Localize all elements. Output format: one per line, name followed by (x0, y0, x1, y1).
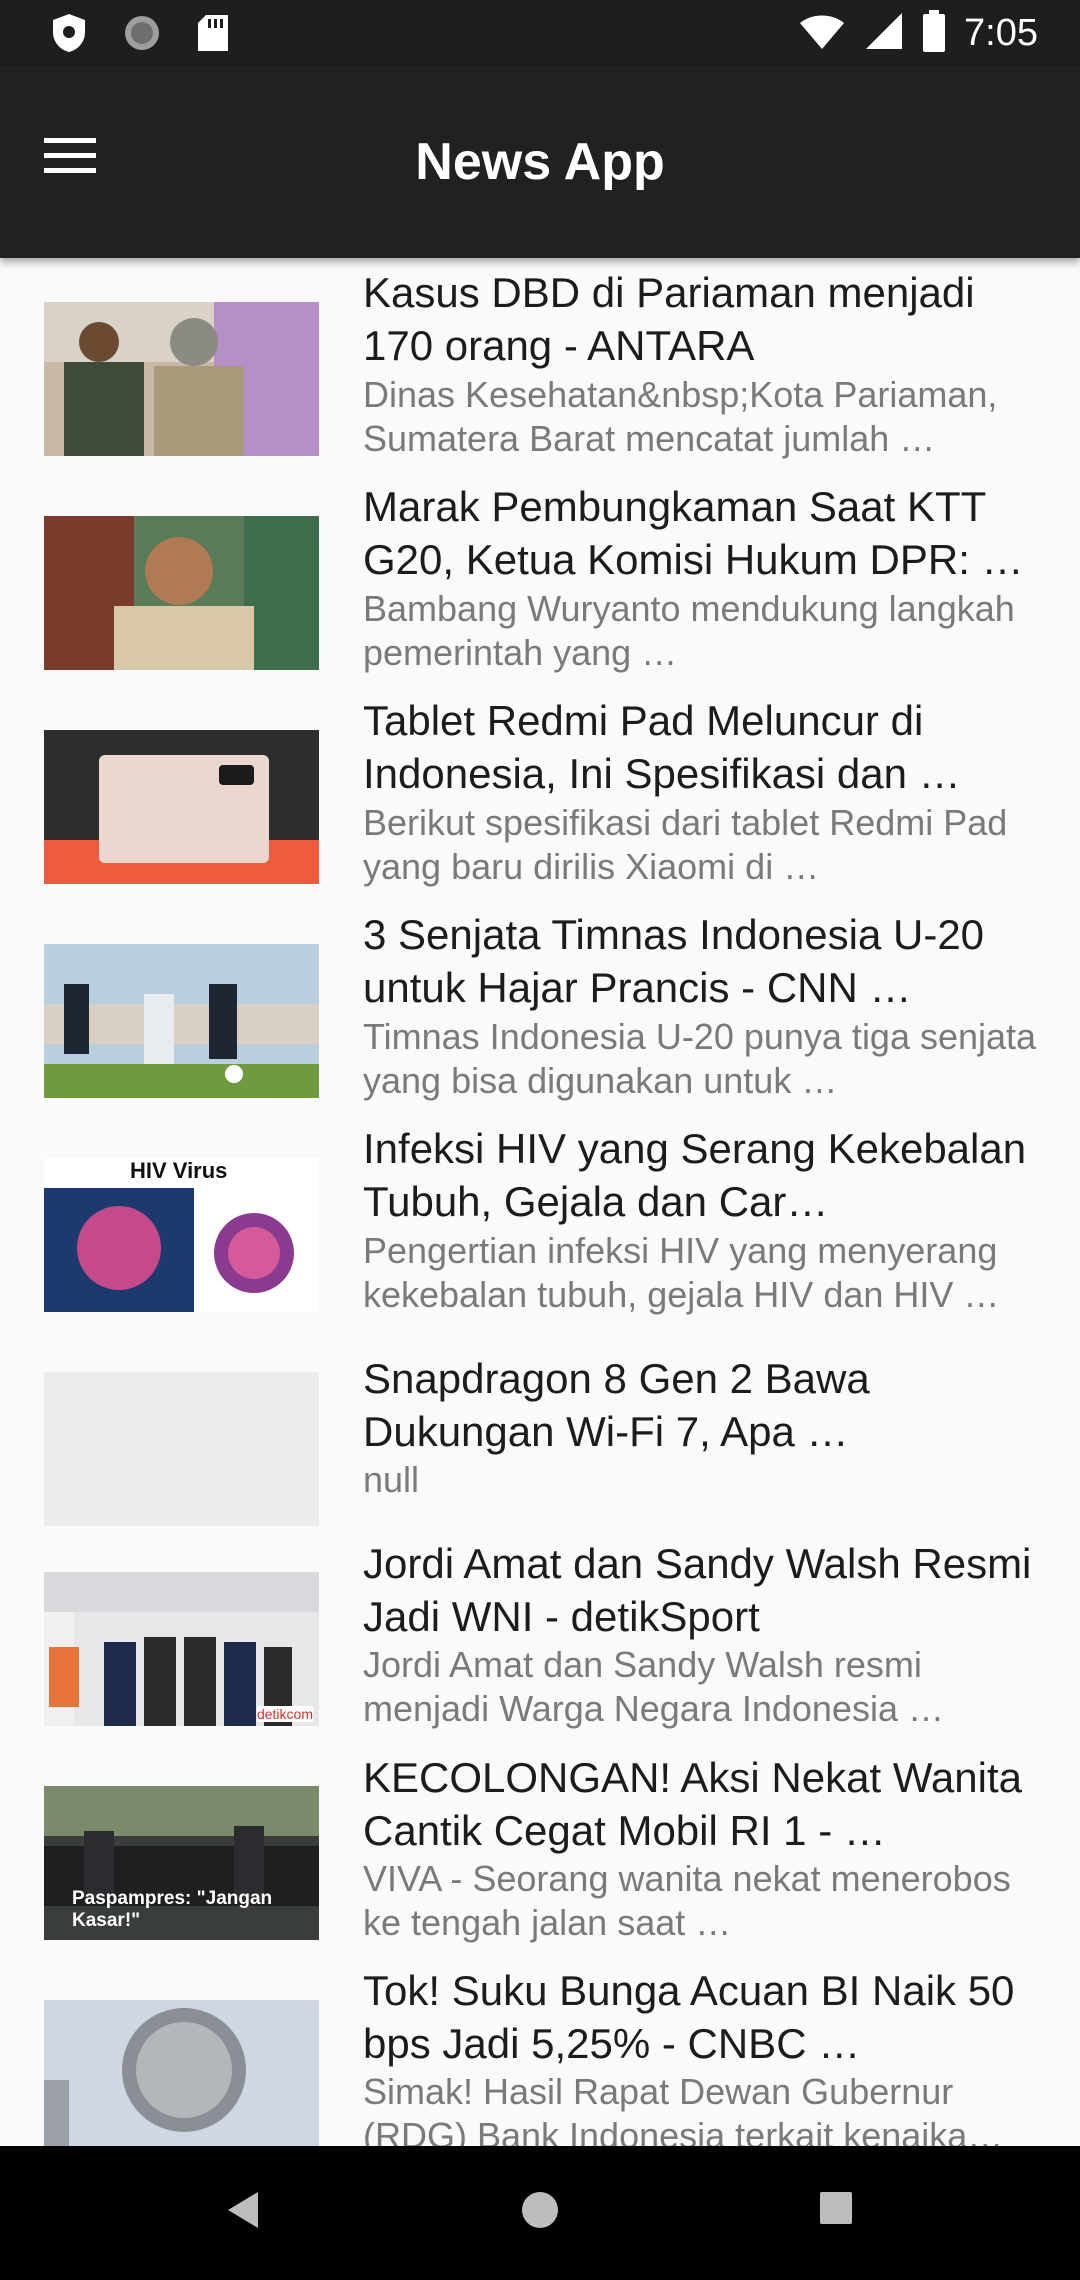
news-description: Jordi Amat dan Sandy Walsh resmi menjadi… (363, 1644, 944, 1729)
home-icon[interactable] (520, 2190, 560, 2235)
news-thumbnail (44, 944, 319, 1098)
thumbnail-caption: detikcom (256, 1706, 313, 1722)
shield-icon (50, 12, 88, 59)
news-title: Jordi Amat dan Sandy Walsh Resmi Jadi WN… (363, 1540, 1032, 1640)
news-title: Infeksi HIV yang Serang Kekebalan Tubuh,… (363, 1125, 1027, 1225)
news-title: Snapdragon 8 Gen 2 Bawa Dukungan Wi-Fi 7… (363, 1355, 870, 1455)
news-item[interactable]: 3 Senjata Timnas Indonesia U-20 untuk Ha… (0, 900, 1080, 1114)
news-thumbnail: detikcom (44, 1572, 319, 1726)
news-thumbnail (44, 730, 319, 884)
recents-icon[interactable] (818, 2190, 854, 2231)
news-title: Kasus DBD di Pariaman menjadi 170 orang … (363, 269, 975, 369)
news-description: Bambang Wuryanto mendukung langkah pemer… (363, 588, 1015, 673)
news-thumbnail (44, 302, 319, 456)
news-item[interactable]: Paspampres: "Jangan Kasar!" KECOLONGAN! … (0, 1754, 1080, 1970)
news-item[interactable]: Tablet Redmi Pad Meluncur di Indonesia, … (0, 686, 1080, 900)
news-item[interactable]: Kasus DBD di Pariaman menjadi 170 orang … (0, 258, 1080, 472)
news-title: Tok! Suku Bunga Acuan BI Naik 50 bps Jad… (363, 1967, 1015, 2067)
news-description: Simak! Hasil Rapat Dewan Gubernur (RDG) … (363, 2071, 1004, 2146)
app-bar: News App (0, 66, 1080, 258)
news-title: Marak Pembungkaman Saat KTT G20, Ketua K… (363, 483, 1024, 583)
news-description: null (363, 1459, 420, 1500)
news-description: Dinas Kesehatan&nbsp;Kota Pariaman, Suma… (363, 374, 998, 459)
news-title: KECOLONGAN! Aksi Nekat Wanita Cantik Ceg… (363, 1754, 1022, 1854)
news-thumbnail (44, 2000, 319, 2146)
news-title: 3 Senjata Timnas Indonesia U-20 untuk Ha… (363, 911, 985, 1011)
news-description: Berikut spesifikasi dari tablet Redmi Pa… (363, 802, 1008, 887)
app-title: News App (415, 133, 665, 191)
news-item[interactable]: detikcom Jordi Amat dan Sandy Walsh Resm… (0, 1540, 1080, 1756)
news-title: Tablet Redmi Pad Meluncur di Indonesia, … (363, 697, 961, 797)
news-description: Pengertian infeksi HIV yang menyerang ke… (363, 1230, 1000, 1315)
news-item[interactable]: Marak Pembungkaman Saat KTT G20, Ketua K… (0, 472, 1080, 686)
news-item[interactable]: HIV Virus Infeksi HIV yang Serang Kekeba… (0, 1114, 1080, 1328)
wifi-icon (798, 11, 846, 56)
news-description: VIVA - Seorang wanita nekat menerobos ke… (363, 1858, 1011, 1943)
sd-card-icon (196, 13, 230, 58)
news-item[interactable]: Snapdragon 8 Gen 2 Bawa Dukungan Wi-Fi 7… (0, 1328, 1080, 1542)
navigation-bar (0, 2146, 1080, 2280)
news-thumbnail: HIV Virus (44, 1158, 319, 1312)
news-thumbnail-placeholder (44, 1372, 319, 1526)
news-thumbnail (44, 516, 319, 670)
thumbnail-caption: HIV Virus (130, 1158, 228, 1183)
battery-icon (922, 10, 946, 57)
sync-icon (122, 13, 162, 58)
status-time: 7:05 (964, 12, 1038, 54)
signal-icon (864, 11, 904, 56)
news-list[interactable]: Kasus DBD di Pariaman menjadi 170 orang … (0, 258, 1080, 2146)
status-bar: 7:05 (0, 0, 1080, 66)
thumbnail-caption: Paspampres: "Jangan Kasar!" (72, 1888, 273, 1931)
news-item[interactable]: Tok! Suku Bunga Acuan BI Naik 50 bps Jad… (0, 1967, 1080, 2146)
back-icon[interactable] (226, 2190, 260, 2235)
news-thumbnail: Paspampres: "Jangan Kasar!" (44, 1786, 319, 1940)
news-description: Timnas Indonesia U-20 punya tiga senjata… (363, 1016, 1037, 1101)
